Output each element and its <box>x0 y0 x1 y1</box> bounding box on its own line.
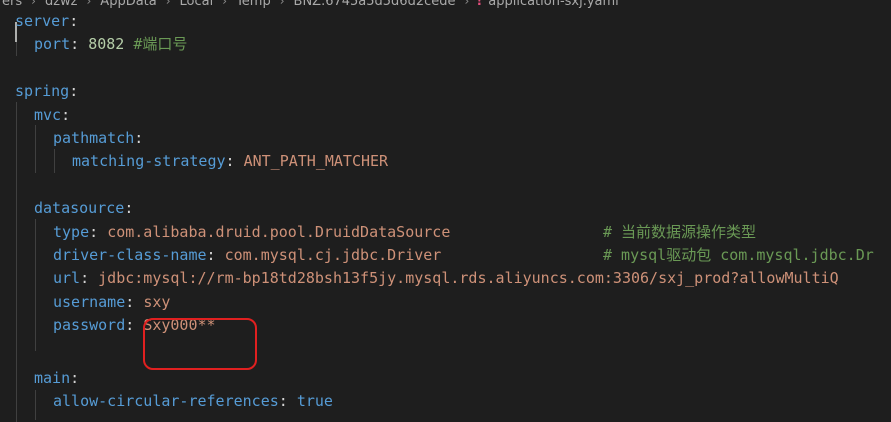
annotation-highlight-box <box>143 318 257 370</box>
yaml-key: username <box>53 292 126 311</box>
code-line: url: jdbc:mysql://rm-bp18td28bsh13f5jy.m… <box>53 269 839 288</box>
chevron-right-icon: › <box>31 0 36 8</box>
breadcrumb-item[interactable]: dzwz <box>45 0 78 9</box>
yaml-key: main <box>34 369 71 387</box>
yaml-value: true <box>296 392 333 411</box>
code-line: server: <box>15 12 79 30</box>
yaml-key: password <box>53 316 126 335</box>
code-line: pathmatch: <box>53 129 144 147</box>
code-line-comment: # 当前数据源操作类型 <box>603 221 756 244</box>
code-line: port: 8082 #端口号 <box>34 35 188 54</box>
code-line: main: <box>34 369 80 387</box>
breadcrumb-item[interactable]: ers <box>2 0 22 9</box>
indent-guide <box>35 125 36 173</box>
code-line: spring: <box>15 82 79 101</box>
yaml-value: jdbc:mysql://rm-bp18td28bsh13f5jy.mysql.… <box>98 269 839 288</box>
chevron-right-icon: › <box>464 0 470 8</box>
code-line: datasource: <box>34 199 134 218</box>
yaml-key: spring <box>15 82 70 101</box>
yaml-key: driver-class-name <box>53 246 207 264</box>
chevron-right-icon: › <box>279 0 285 8</box>
code-line: username: sxy <box>53 292 171 311</box>
yaml-key: port <box>34 35 71 54</box>
yaml-value: com.mysql.cj.jdbc.Driver <box>224 246 442 264</box>
breadcrumb-item[interactable]: AppData <box>100 0 156 9</box>
breadcrumb: ers › dzwz › AppData › Local › Temp › BNZ.6745a5d5… <box>0 0 891 10</box>
yaml-key: datasource <box>34 199 125 218</box>
yaml-key: type <box>53 222 90 241</box>
indent-guide <box>35 390 36 420</box>
yaml-value: ANT_PATH_MATCHER <box>243 152 389 171</box>
yaml-key: pathmatch <box>53 129 135 147</box>
chevron-right-icon: › <box>86 0 92 8</box>
yaml-comment: # 当前数据源操作类型 <box>603 222 757 241</box>
code-line: driver-class-name: com.mysql.cj.jdbc.Dri… <box>53 246 442 264</box>
breadcrumb-file[interactable]: application-sxj.yaml <box>488 0 619 9</box>
yaml-comment: # mysql驱动包 com.mysql.jdbc.Dr <box>603 246 874 264</box>
code-line: mvc: <box>34 105 71 124</box>
yaml-value: com.alibaba.druid.pool.DruidDataSource <box>107 222 451 241</box>
yaml-key: matching-strategy <box>72 152 226 171</box>
yaml-comment: #端口号 <box>133 35 188 54</box>
yaml-key: allow-circular-references <box>53 392 279 411</box>
code-line-comment: # mysql驱动包 com.mysql.jdbc.Dr <box>603 244 874 267</box>
breadcrumb-item[interactable]: Local <box>180 0 214 9</box>
chevron-right-icon: › <box>222 0 228 8</box>
yaml-value: sxy <box>143 292 171 311</box>
yaml-value: 8082 <box>88 35 125 54</box>
code-line: matching-strategy: ANT_PATH_MATCHER <box>72 152 389 171</box>
code-editor[interactable]: server: port: 8082 #端口号 spring: mvc: pat… <box>0 10 891 422</box>
indent-guide <box>54 149 55 173</box>
indent-guide <box>35 219 36 351</box>
yaml-key: url <box>53 269 81 288</box>
chevron-right-icon: › <box>165 0 171 8</box>
breadcrumb-item[interactable]: Temp <box>236 0 271 9</box>
yaml-file-icon: ! <box>476 0 483 9</box>
indent-guide <box>16 102 17 422</box>
breadcrumb-item[interactable]: BNZ.6745a5d5d6d2cede <box>294 0 456 9</box>
code-line: allow-circular-references: true <box>53 392 333 411</box>
yaml-key: server <box>15 12 70 30</box>
code-line: type: com.alibaba.druid.pool.DruidDataSo… <box>53 222 451 241</box>
yaml-key: mvc <box>34 105 62 124</box>
